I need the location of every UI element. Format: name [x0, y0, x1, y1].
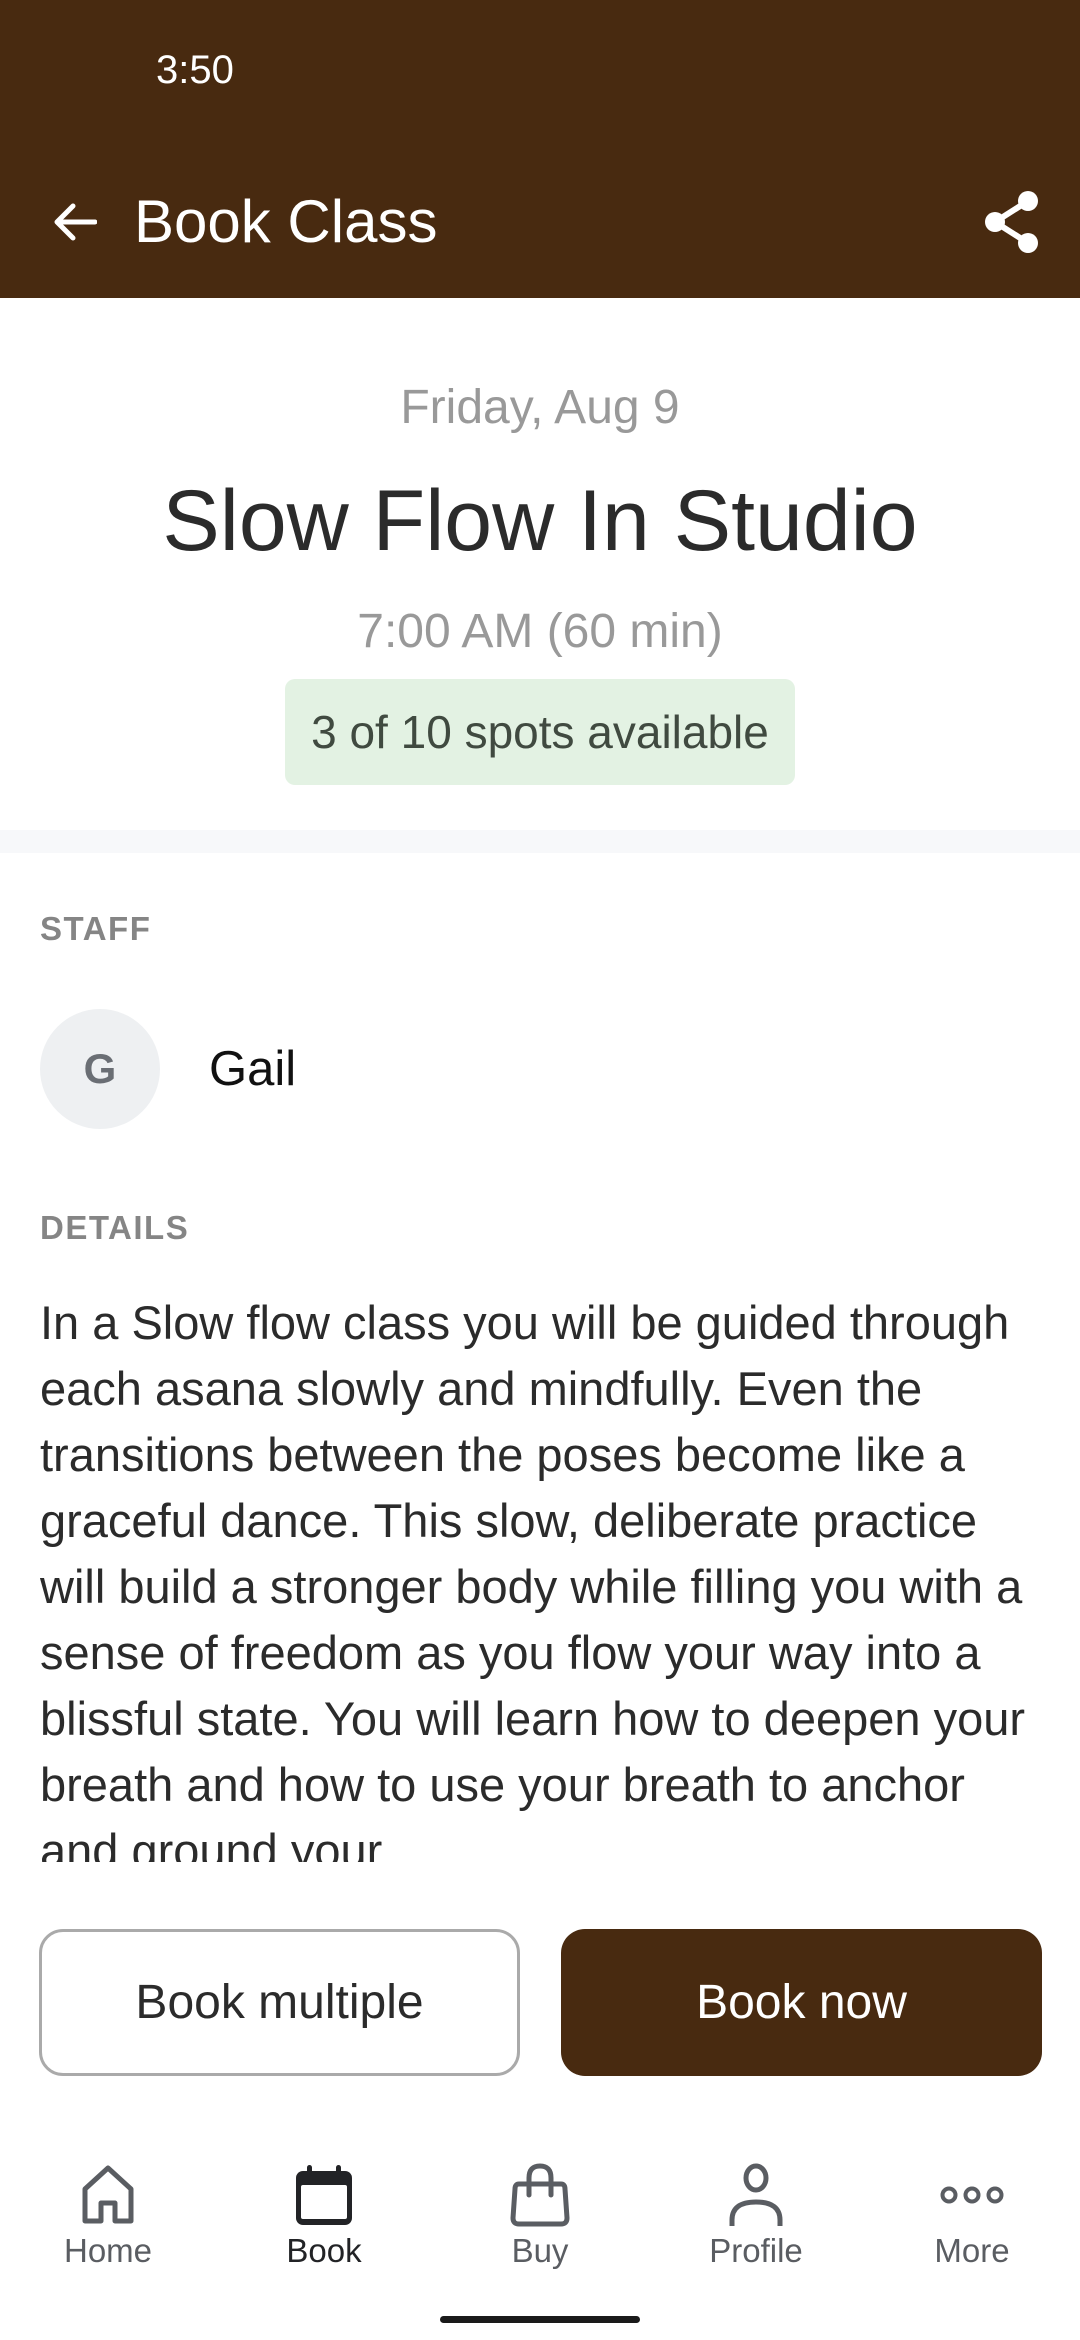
details-scroll-area[interactable]: In a Slow flow class you will be guided … [40, 1290, 1050, 1862]
share-icon [985, 191, 1038, 253]
back-button[interactable] [40, 186, 110, 258]
staff-avatar[interactable]: G [40, 1009, 160, 1129]
nav-label-home: Home [63, 2232, 153, 2269]
shopping-bag-icon [510, 2163, 570, 2227]
nav-label-profile: Profile [709, 2232, 803, 2269]
section-divider [0, 830, 1080, 853]
bottom-nav: Home Book Buy Profile More [0, 2140, 1080, 2290]
home-indicator[interactable] [440, 2316, 640, 2323]
app-bar: 3:50 Book Class [0, 0, 1080, 298]
staff-name[interactable]: Gail [209, 1041, 296, 1097]
arrow-left-icon [54, 203, 97, 241]
home-icon [82, 2165, 134, 2224]
person-icon [729, 2163, 783, 2226]
nav-item-book[interactable]: Book [216, 2140, 432, 2290]
class-date: Friday, Aug 9 [400, 381, 680, 434]
spots-available-badge: 3 of 10 spots available [285, 679, 795, 785]
more-dots-icon [940, 2186, 1004, 2204]
book-multiple-button[interactable]: Book multiple [39, 1929, 520, 2076]
nav-label-buy: Buy [511, 2232, 569, 2269]
page-title: Book Class [134, 188, 438, 255]
nav-label-book: Book [286, 2232, 362, 2269]
share-button[interactable] [972, 182, 1052, 262]
nav-label-more: More [934, 2232, 1010, 2269]
class-title: Slow Flow In Studio [162, 473, 918, 569]
status-bar-time: 3:50 [156, 48, 234, 92]
nav-item-more[interactable]: More [864, 2140, 1080, 2290]
nav-item-profile[interactable]: Profile [648, 2140, 864, 2290]
class-description: In a Slow flow class you will be guided … [40, 1296, 1026, 1862]
staff-section-label: STAFF [40, 910, 152, 947]
details-section-label: DETAILS [40, 1209, 190, 1246]
nav-item-buy[interactable]: Buy [432, 2140, 648, 2290]
nav-item-home[interactable]: Home [0, 2140, 216, 2290]
class-time: 7:00 AM (60 min) [357, 605, 723, 658]
staff-avatar-initial: G [83, 1045, 117, 1092]
calendar-icon [296, 2165, 352, 2225]
book-now-button[interactable]: Book now [561, 1929, 1042, 2076]
